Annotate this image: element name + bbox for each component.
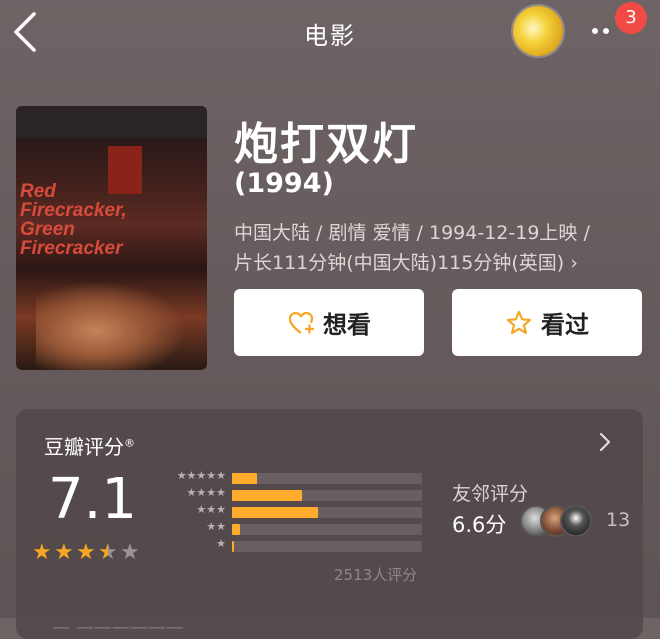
avatar — [560, 505, 592, 537]
star-icon: ★ — [76, 540, 96, 565]
rating-bar-fill — [232, 507, 318, 518]
rating-card[interactable]: 豆瓣评分® 7.1 ★ ★ ★ ★ ★ ★★★★★ ★★★★ ★★★ ★★ ★ 2513人评分 … — [16, 409, 643, 639]
weather-sun-icon[interactable] — [513, 6, 563, 56]
rating-bar-track — [232, 490, 422, 501]
movie-poster[interactable]: Red Firecracker, Green Firecracker — [16, 106, 207, 370]
friend-rating-label: 友邻评分 — [452, 483, 529, 505]
rating-bar-stars: ★★ — [206, 520, 226, 533]
notification-badge[interactable]: 3 — [615, 2, 647, 34]
card-more-text: — —————— — [52, 617, 184, 638]
rating-bar-row: ★★★ — [156, 503, 422, 519]
rating-bar-row: ★★ — [156, 520, 422, 536]
rating-bar-fill — [232, 524, 240, 535]
want-to-watch-button[interactable]: 想看 — [234, 289, 424, 356]
heart-plus-icon — [288, 311, 314, 334]
rating-bar-fill — [232, 541, 234, 552]
star-icon: ★ — [32, 540, 52, 565]
rating-bar-fill — [232, 473, 257, 484]
rating-bar-track — [232, 507, 422, 518]
rating-bar-stars: ★★★★★ — [176, 469, 226, 482]
star-icon: ★ — [54, 540, 74, 565]
want-to-watch-label: 想看 — [323, 311, 371, 339]
rating-bar-stars: ★★★ — [196, 503, 226, 516]
movie-title: 炮打双灯 — [234, 119, 418, 170]
rating-bar-row: ★ — [156, 537, 422, 553]
poster-title: Red Firecracker, Green Firecracker — [20, 181, 127, 259]
chevron-right-icon[interactable] — [598, 431, 612, 453]
movie-info-line: 中国大陆 / 剧情 爱情 / 1994-12-19上映 / — [234, 222, 590, 244]
friend-rating-count: 13 — [606, 509, 631, 531]
rating-bar-row: ★★★★ — [156, 486, 422, 502]
watched-button[interactable]: 看过 — [452, 289, 642, 356]
movie-info[interactable]: 中国大陆 / 剧情 爱情 / 1994-12-19上映 / 片长111分钟(中国… — [234, 218, 634, 278]
rating-bar-row: ★★★★★ — [156, 469, 422, 485]
star-icon: ★ — [120, 540, 140, 565]
rating-bar-track — [232, 524, 422, 535]
rating-score: 7.1 — [48, 467, 138, 532]
rating-bar-track — [232, 473, 422, 484]
rating-bar-stars: ★ — [216, 537, 226, 550]
rating-label: 豆瓣评分® — [44, 435, 135, 459]
rating-count: 2513人评分 — [334, 566, 418, 584]
rating-bar-stars: ★★★★ — [186, 486, 226, 499]
watched-label: 看过 — [541, 311, 589, 339]
movie-info-line: 片长111分钟(中国大陆)115分钟(英国) › — [234, 252, 578, 274]
top-bar: 电影 3 — [0, 0, 660, 66]
rating-bar-track — [232, 541, 422, 552]
movie-year: (1994) — [234, 168, 334, 199]
star-outline-icon — [506, 310, 532, 334]
rating-bar-fill — [232, 490, 303, 501]
friend-rating-score: 6.6分 — [452, 513, 507, 537]
star-icon: ★ — [98, 540, 118, 565]
